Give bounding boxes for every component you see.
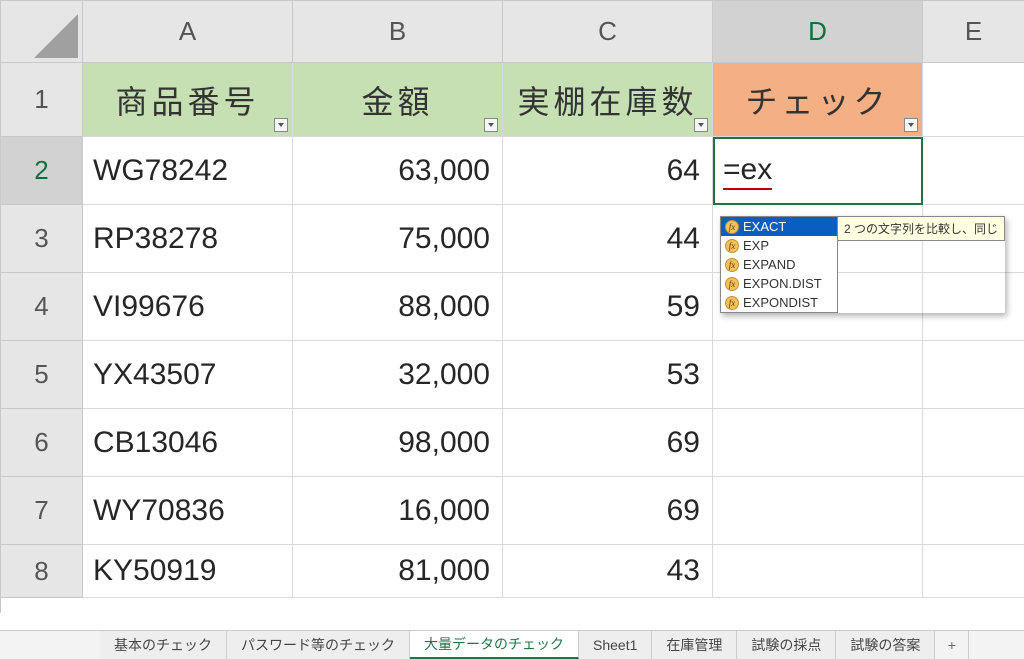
header-text: 商品番号 <box>115 77 259 123</box>
filter-button[interactable] <box>694 118 708 132</box>
cell-D5[interactable] <box>713 341 923 409</box>
cell-D6[interactable] <box>713 409 923 477</box>
cell-B8[interactable]: 81,000 <box>293 545 503 598</box>
autocomplete-item-expondist[interactable]: fx EXPON.DIST <box>721 274 837 293</box>
header-text: 金額 <box>361 77 433 123</box>
cell-E7[interactable] <box>923 477 1024 545</box>
cell-A5[interactable]: YX43507 <box>83 341 293 409</box>
cell-A4[interactable]: VI99676 <box>83 273 293 341</box>
new-sheet-button[interactable]: + <box>935 631 969 659</box>
row-header-4[interactable]: 4 <box>1 273 83 341</box>
cell-C8[interactable]: 43 <box>503 545 713 598</box>
cell-C1[interactable]: 実棚在庫数 <box>503 63 713 137</box>
cell-E2[interactable] <box>923 137 1024 205</box>
autocomplete-item-exact[interactable]: fx EXACT <box>721 217 837 236</box>
autocomplete-list: fx EXACT fx EXP fx EXPAND fx EXPON.DIST … <box>720 216 838 313</box>
cell-C3[interactable]: 44 <box>503 205 713 273</box>
cell-E1[interactable] <box>923 63 1024 137</box>
row-header-6[interactable]: 6 <box>1 409 83 477</box>
cell-C5[interactable]: 53 <box>503 341 713 409</box>
cell-B4[interactable]: 88,000 <box>293 273 503 341</box>
select-all-corner[interactable] <box>1 1 83 63</box>
cell-C2[interactable]: 64 <box>503 137 713 205</box>
cell-A3[interactable]: RP38278 <box>83 205 293 273</box>
cell-A1[interactable]: 商品番号 <box>83 63 293 137</box>
function-icon: fx <box>725 258 739 272</box>
function-icon: fx <box>725 220 739 234</box>
sheet-tab[interactable]: 在庫管理 <box>652 631 737 659</box>
cell-D8[interactable] <box>713 545 923 598</box>
row-header-2[interactable]: 2 <box>1 137 83 205</box>
cell-B1[interactable]: 金額 <box>293 63 503 137</box>
cell-A8[interactable]: KY50919 <box>83 545 293 598</box>
cell-C7[interactable]: 69 <box>503 477 713 545</box>
autocomplete-item-label: EXPON.DIST <box>743 276 822 291</box>
row-header-7[interactable]: 7 <box>1 477 83 545</box>
function-icon: fx <box>725 239 739 253</box>
cell-B5[interactable]: 32,000 <box>293 341 503 409</box>
autocomplete-item-label: EXP <box>743 238 769 253</box>
row-header-8[interactable]: 8 <box>1 545 83 598</box>
cell-E5[interactable] <box>923 341 1024 409</box>
autocomplete-tooltip: 2 つの文字列を比較し、同じ <box>837 216 1005 241</box>
cell-A6[interactable]: CB13046 <box>83 409 293 477</box>
header-text: 実棚在庫数 <box>517 77 697 123</box>
autocomplete-item-label: EXACT <box>743 219 786 234</box>
filter-button[interactable] <box>274 118 288 132</box>
autocomplete-item-exp[interactable]: fx EXP <box>721 236 837 255</box>
column-header-A[interactable]: A <box>83 1 293 63</box>
cell-B6[interactable]: 98,000 <box>293 409 503 477</box>
cell-C4[interactable]: 59 <box>503 273 713 341</box>
cell-E8[interactable] <box>923 545 1024 598</box>
sheet-tab[interactable]: 基本のチェック <box>100 631 227 659</box>
cell-B3[interactable]: 75,000 <box>293 205 503 273</box>
sheet-tabs-bar: 基本のチェック パスワード等のチェック 大量データのチェック Sheet1 在庫… <box>0 630 1024 659</box>
row-header-3[interactable]: 3 <box>1 205 83 273</box>
formula-autocomplete: fx EXACT fx EXP fx EXPAND fx EXPON.DIST … <box>720 216 1005 313</box>
cell-B2[interactable]: 63,000 <box>293 137 503 205</box>
sheet-tab[interactable]: 試験の答案 <box>836 631 935 659</box>
autocomplete-item-expand[interactable]: fx EXPAND <box>721 255 837 274</box>
column-header-B[interactable]: B <box>293 1 503 63</box>
sheet-tab[interactable]: パスワード等のチェック <box>227 631 410 659</box>
cell-D2-editing[interactable]: =ex <box>713 137 923 205</box>
sheet-tab[interactable]: 試験の採点 <box>737 631 836 659</box>
column-header-E[interactable]: E <box>923 1 1024 63</box>
function-icon: fx <box>725 277 739 291</box>
cell-A2[interactable]: WG78242 <box>83 137 293 205</box>
autocomplete-item-label: EXPAND <box>743 257 796 272</box>
cell-D1[interactable]: チェック <box>713 63 923 137</box>
formula-input-text: =ex <box>723 153 772 190</box>
cell-A7[interactable]: WY70836 <box>83 477 293 545</box>
row-header-5[interactable]: 5 <box>1 341 83 409</box>
filter-button[interactable] <box>904 118 918 132</box>
filter-button[interactable] <box>484 118 498 132</box>
sheet-tab[interactable]: Sheet1 <box>579 631 652 659</box>
cell-E6[interactable] <box>923 409 1024 477</box>
autocomplete-item-label: EXPONDIST <box>743 295 818 310</box>
function-icon: fx <box>725 296 739 310</box>
column-header-C[interactable]: C <box>503 1 713 63</box>
cell-C6[interactable]: 69 <box>503 409 713 477</box>
column-header-D[interactable]: D <box>713 1 923 63</box>
autocomplete-item-expondist2[interactable]: fx EXPONDIST <box>721 293 837 312</box>
cell-B7[interactable]: 16,000 <box>293 477 503 545</box>
row-header-1[interactable]: 1 <box>1 63 83 137</box>
sheet-tab-active[interactable]: 大量データのチェック <box>410 631 579 659</box>
cell-D7[interactable] <box>713 477 923 545</box>
header-text: チェック <box>745 77 889 123</box>
